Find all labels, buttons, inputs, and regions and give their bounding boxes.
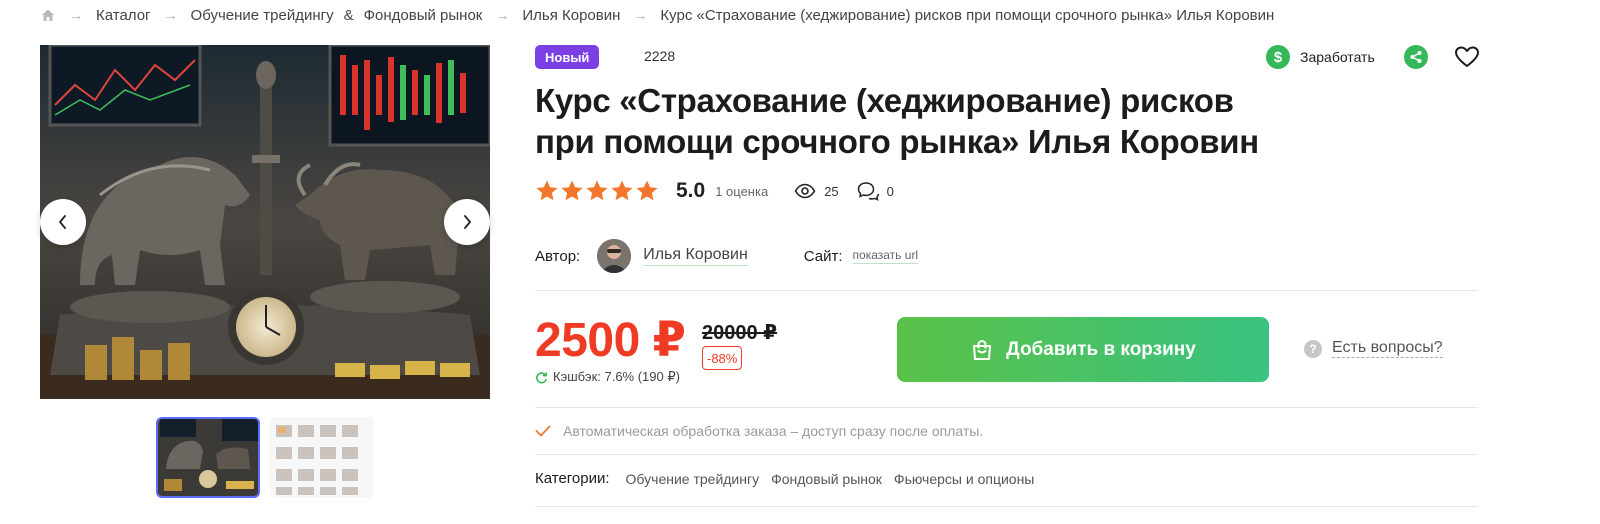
chevron-right-icon xyxy=(464,215,471,229)
questions-link[interactable]: ? Есть вопросы? xyxy=(1304,339,1443,358)
category-tag[interactable]: Фьючерсы и опционы xyxy=(894,471,1034,487)
breadcrumb-stock-market[interactable]: Фондовый рынок xyxy=(364,7,483,24)
chevron-right-icon: → xyxy=(163,7,178,23)
chevron-right-icon: → xyxy=(633,7,648,23)
add-to-cart-button[interactable]: Добавить в корзину xyxy=(897,317,1269,382)
chevron-right-icon: → xyxy=(495,7,510,23)
star-icon xyxy=(586,180,608,201)
earn-label: Заработать xyxy=(1300,49,1375,65)
breadcrumb-catalog[interactable]: Каталог xyxy=(96,7,151,24)
page-title: Курс «Страхование (хеджирование) рисков … xyxy=(535,80,1295,162)
old-price: 20000 ₽ xyxy=(702,322,778,344)
favorite-button[interactable] xyxy=(1454,45,1480,69)
shopping-bag-icon xyxy=(973,339,992,360)
site-label: Сайт: xyxy=(803,247,843,265)
refresh-icon xyxy=(536,371,548,383)
categories-label: Категории: xyxy=(535,470,610,487)
auto-processing-note: Автоматическая обработка заказа – доступ… xyxy=(535,423,983,439)
divider xyxy=(535,454,1478,455)
author-row: Автор: Илья Коровин Сайт: показать url xyxy=(535,238,919,274)
rating-stars[interactable] xyxy=(535,179,659,203)
author-label: Автор: xyxy=(535,247,581,265)
gallery-thumbnail-1[interactable] xyxy=(156,417,260,498)
gallery-thumbnail-2[interactable] xyxy=(270,417,374,498)
dollar-coin-icon: $ xyxy=(1266,45,1290,69)
categories-row: Категории: Обучение трейдингу Фондовый р… xyxy=(535,470,1046,487)
question-icon: ? xyxy=(1304,339,1322,358)
add-to-cart-label: Добавить в корзину xyxy=(1006,338,1196,360)
comments-counter[interactable]: 0 xyxy=(857,181,894,201)
title-line-2: при помощи срочного рынка» Илья Коровин xyxy=(535,123,1259,160)
category-tag[interactable]: Обучение трейдингу xyxy=(626,471,760,487)
views-counter: 25 xyxy=(794,183,839,199)
comments-count: 0 xyxy=(886,183,894,199)
divider xyxy=(535,290,1478,291)
current-price: 2500 ₽ xyxy=(535,314,686,367)
chevron-left-icon xyxy=(59,215,66,229)
share-icon xyxy=(1410,51,1422,63)
discount-badge: -88% xyxy=(702,346,743,370)
gallery-prev-button[interactable] xyxy=(40,199,86,245)
divider xyxy=(535,407,1478,408)
chat-bubble-icon xyxy=(857,182,879,201)
cashback-info: Кэшбэк: 7.6% (190 ₽) xyxy=(535,369,680,385)
cashback-text: Кэшбэк: 7.6% (190 ₽) xyxy=(553,369,680,384)
rating-value: 5.0 xyxy=(676,179,706,202)
star-icon xyxy=(561,180,583,201)
breadcrumb-current: Курс «Страхование (хеджирование) рисков … xyxy=(660,6,1275,24)
rating-count[interactable]: 1 оценка xyxy=(715,184,768,199)
product-main-image[interactable] xyxy=(40,45,490,399)
star-icon xyxy=(611,180,633,201)
auto-processing-text: Автоматическая обработка заказа – доступ… xyxy=(563,423,984,439)
heart-icon xyxy=(1455,46,1479,67)
gallery-next-button[interactable] xyxy=(444,199,490,245)
author-name-link[interactable]: Илья Коровин xyxy=(643,246,748,266)
category-tag[interactable]: Фондовый рынок xyxy=(771,471,882,487)
new-badge: Новый xyxy=(535,45,600,69)
title-line-1: Курс «Страхование (хеджирование) рисков xyxy=(535,82,1234,119)
avatar[interactable] xyxy=(597,239,632,273)
rating-row: 5.0 1 оценка 25 0 xyxy=(535,176,894,206)
check-icon xyxy=(535,425,551,437)
home-icon[interactable] xyxy=(40,7,56,23)
share-button[interactable] xyxy=(1404,45,1428,69)
eye-icon xyxy=(794,183,816,199)
star-icon xyxy=(636,180,658,201)
chevron-right-icon: → xyxy=(69,7,83,23)
breadcrumb-ampersand: & xyxy=(343,6,354,24)
product-id: 2228 xyxy=(644,48,676,64)
show-url-link[interactable]: показать url xyxy=(852,248,919,264)
questions-label: Есть вопросы? xyxy=(1332,339,1443,358)
breadcrumb: → Каталог → Обучение трейдингу & Фондовы… xyxy=(40,4,1274,26)
breadcrumb-trading[interactable]: Обучение трейдингу xyxy=(191,7,334,24)
views-count: 25 xyxy=(824,183,839,199)
star-icon xyxy=(536,180,558,201)
divider xyxy=(535,506,1478,507)
earn-button[interactable]: $ Заработать xyxy=(1266,45,1375,69)
breadcrumb-author[interactable]: Илья Коровин xyxy=(522,7,620,24)
